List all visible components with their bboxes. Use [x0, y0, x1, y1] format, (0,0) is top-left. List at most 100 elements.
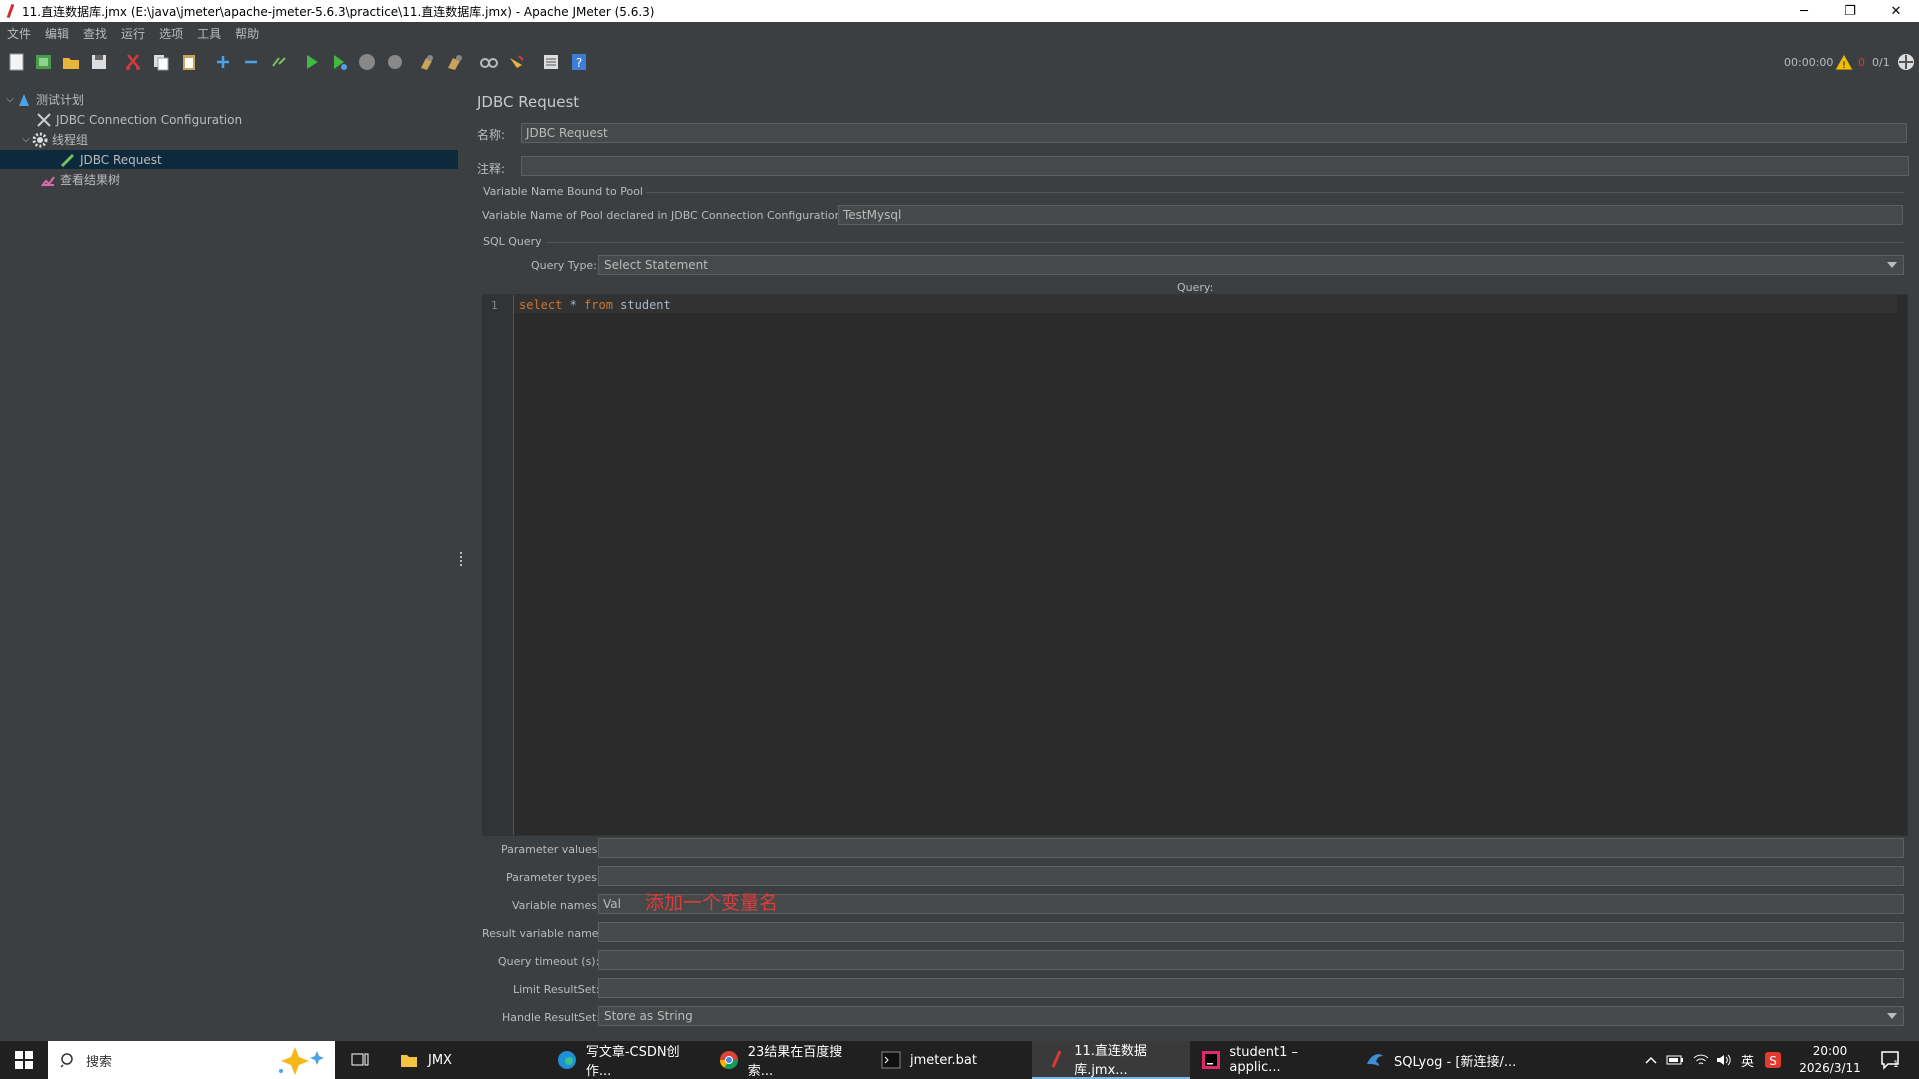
handle-resultset-select[interactable]: Store as String [598, 1006, 1904, 1026]
taskbar-item-label: 写文章-CSDN创作... [585, 1045, 680, 1079]
result-variable-label: Result variable name: [482, 927, 603, 940]
toggle-icon[interactable] [268, 51, 290, 73]
menu-file[interactable]: 文件 [0, 25, 38, 42]
sogou-ime-icon[interactable]: S [1764, 1041, 1782, 1079]
templates-icon[interactable] [33, 51, 55, 73]
panel-title: JDBC Request [477, 93, 580, 111]
menu-help[interactable]: 帮助 [228, 25, 266, 42]
copy-icon[interactable] [150, 51, 172, 73]
ime-indicator[interactable]: 英 [1741, 1041, 1754, 1079]
expand-arrow-icon[interactable]: ⌵ [20, 134, 32, 145]
clear-all-icon[interactable] [444, 51, 466, 73]
save-icon[interactable] [88, 51, 110, 73]
new-icon[interactable] [6, 51, 28, 73]
tree-item-label: 查看结果树 [60, 173, 121, 187]
battery-icon[interactable] [1666, 1041, 1684, 1079]
sql-query-editor[interactable]: 1 select * from student [482, 294, 1908, 836]
taskbar-item-label: SQLyog - [新连接/... [1394, 1054, 1517, 1070]
notification-count: 1 [1893, 1060, 1899, 1070]
paste-icon[interactable] [178, 51, 200, 73]
menu-edit[interactable]: 编辑 [38, 25, 76, 42]
variable-names-label: Variable names: [512, 899, 601, 912]
parameter-types-field[interactable] [598, 866, 1904, 886]
tree-item-label: JDBC Connection Configuration [56, 112, 243, 127]
menu-run[interactable]: 运行 [114, 25, 152, 42]
start-button[interactable] [0, 1041, 48, 1079]
task-view-button[interactable] [350, 1041, 370, 1079]
query-type-select[interactable]: Select Statement [598, 255, 1904, 275]
expand-icon[interactable] [212, 51, 234, 73]
open-icon[interactable] [60, 51, 82, 73]
edge-browser-icon [556, 1049, 578, 1071]
pool-name-label: Variable Name of Pool declared in JDBC C… [482, 209, 846, 222]
taskbar-item-sqlyog[interactable]: SQLyog - [新连接/... [1364, 1041, 1524, 1079]
gear-icon [32, 132, 48, 148]
expand-arrow-icon[interactable]: ⌵ [4, 94, 16, 105]
function-helper-icon[interactable] [540, 51, 562, 73]
parameter-values-field[interactable] [598, 838, 1904, 858]
sql-text: student [612, 298, 671, 312]
chrome-browser-icon [718, 1049, 740, 1071]
panel-splitter[interactable] [458, 80, 466, 1041]
chevron-down-icon [1887, 1013, 1897, 1019]
query-timeout-label: Query timeout (s): [498, 955, 600, 968]
system-clock[interactable]: 20:00 2026/3/11 [1788, 1043, 1872, 1077]
taskbar-item-label: student1 – applic... [1229, 1045, 1299, 1075]
elapsed-time: 00:00:00 [1784, 55, 1834, 69]
pool-section-title: Variable Name Bound to Pool [483, 185, 643, 198]
collapse-icon[interactable] [240, 51, 262, 73]
comment-field[interactable] [521, 156, 1909, 176]
shutdown-icon[interactable] [384, 51, 406, 73]
tree-item-label: 测试计划 [36, 93, 85, 107]
tree-item-test-plan[interactable]: ⌵ 测试计划 [4, 90, 454, 109]
variable-names-field[interactable]: Val [598, 894, 1904, 914]
notification-center-button[interactable]: 1 [1880, 1041, 1908, 1079]
pool-name-field[interactable]: TestMysql [838, 205, 1903, 225]
start-icon[interactable] [300, 51, 322, 73]
help-icon[interactable]: ? [568, 51, 590, 73]
clear-icon[interactable] [416, 51, 438, 73]
test-plan-tree: ⌵ 测试计划 JDBC Connection Configuration ⌵ 线… [0, 80, 459, 1041]
search-icon[interactable] [478, 51, 500, 73]
menu-options[interactable]: 选项 [152, 25, 190, 42]
tree-item-thread-group[interactable]: ⌵ 线程组 [20, 130, 454, 149]
query-timeout-field[interactable] [598, 950, 1904, 970]
sqlyog-dolphin-icon [1364, 1049, 1386, 1071]
cut-icon[interactable] [122, 51, 144, 73]
limit-resultset-field[interactable] [598, 978, 1904, 998]
result-variable-field[interactable] [598, 922, 1904, 942]
tree-item-jdbc-request[interactable]: JDBC Request [0, 150, 458, 169]
listener-chart-icon [40, 172, 56, 188]
tree-item-result-tree[interactable]: 查看结果树 [28, 170, 454, 189]
taskbar-item-edge[interactable]: 写文章-CSDN创作... [556, 1041, 704, 1079]
search-icon [60, 1053, 73, 1068]
menu-bar: 文件 编辑 查找 运行 选项 工具 帮助 [0, 22, 1919, 44]
error-count: 0 [1858, 55, 1865, 69]
reset-search-icon[interactable] [506, 51, 528, 73]
taskbar-item-chrome[interactable]: 23结果在百度搜索... [718, 1041, 866, 1079]
maximize-button[interactable]: ❐ [1827, 0, 1873, 22]
volume-icon[interactable] [1716, 1041, 1732, 1079]
taskbar-item-jmeter[interactable]: 11.直连数据库.jmx... [1032, 1041, 1190, 1079]
name-field[interactable]: JDBC Request [521, 123, 1907, 143]
taskbar-item-intellij[interactable]: student1 – applic... [1200, 1041, 1350, 1079]
parameter-values-label: Parameter values: [501, 843, 602, 856]
minimize-button[interactable]: ─ [1781, 0, 1827, 22]
tree-item-jdbc-connection[interactable]: JDBC Connection Configuration [24, 110, 454, 129]
menu-search[interactable]: 查找 [76, 25, 114, 42]
wifi-icon[interactable] [1693, 1041, 1709, 1079]
warning-icon[interactable]: ! [1834, 44, 1854, 80]
limit-resultset-label: Limit ResultSet: [513, 983, 600, 996]
taskbar-search-box[interactable]: 搜索 [48, 1041, 335, 1079]
remote-status-icon [1896, 44, 1916, 80]
taskbar-item-label: JMX [428, 1052, 452, 1068]
show-hidden-icons-button[interactable] [1644, 1041, 1658, 1079]
test-plan-icon [16, 92, 32, 108]
start-no-pauses-icon[interactable] [328, 51, 350, 73]
taskbar-item-cmd[interactable]: jmeter.bat [880, 1041, 1028, 1079]
menu-tools[interactable]: 工具 [190, 25, 228, 42]
taskbar-item-jmx[interactable]: JMX [398, 1041, 538, 1079]
close-button[interactable]: ✕ [1873, 0, 1919, 22]
taskbar-item-label: 11.直连数据库.jmx... [1074, 1044, 1147, 1078]
stop-icon[interactable] [356, 51, 378, 73]
